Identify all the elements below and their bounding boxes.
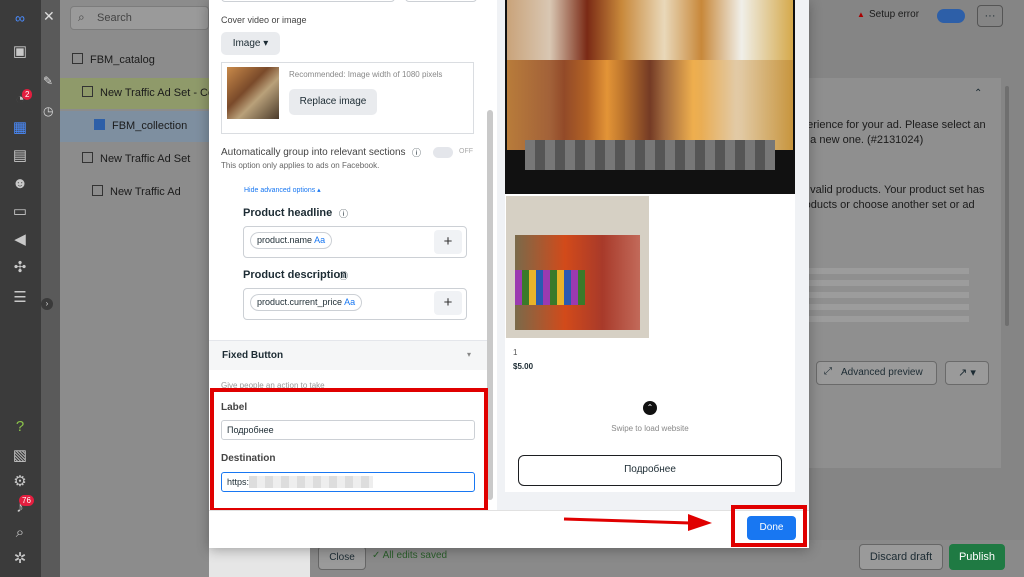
description-add-button[interactable]: + [434,291,462,315]
menu-icon[interactable]: ☰ [10,288,30,308]
headline-add-button[interactable]: + [434,230,462,254]
error-line-4: roducts or choose another set or ad [801,199,975,211]
tree-item-ad[interactable]: New Traffic Ad [60,177,209,208]
modal-footer [209,510,809,548]
events-icon[interactable]: ✣ [10,258,30,278]
left-rail: ∞ ▣ ◔ 2 ▦ ▤ ☻ ▭ ◀ ✣ ☰ ? ▧ ⚙ ♪ 76 ⌕ ✲ [0,0,41,577]
ads-manager-icon[interactable]: ▦ [10,118,30,138]
done-highlight-box [731,505,807,547]
expand-preview-icon: ⤢ [824,366,832,377]
audiences-icon[interactable]: ☻ [10,174,30,194]
alerts-badge: 76 [19,495,34,506]
tree-item-adset[interactable]: New Traffic Ad Set [60,144,209,175]
error-line-1: perience for your ad. Please select an [801,119,986,131]
description-chip[interactable]: product.current_price Aa [250,294,363,311]
share-button[interactable]: ↗ ▾ [945,361,989,385]
description-info-icon: ⓘ [339,271,349,281]
replace-image-button[interactable]: Replace image [289,89,377,115]
search-icon: ⌕ [78,10,85,24]
cover-image-mid [507,60,793,150]
product-number: 1 [513,348,518,357]
tree-item-collection[interactable]: FBM_collection [60,111,209,142]
settings-icon[interactable]: ⚙ [10,472,30,492]
cover-type-select[interactable]: Image ▾ [221,32,280,55]
close-icon[interactable]: ✕ [43,8,55,25]
publish-button[interactable]: Publish [949,544,1005,570]
saved-status: ✓ All edits saved [372,550,448,561]
product-thumb-colors [515,270,585,305]
campaign-tree: FBM_catalog New Traffic Ad Set - Cop FBM… [60,0,209,577]
phone-preview: 1 $5.00 ⌃ Swipe to load website Подробне… [505,0,795,492]
folder-icon [72,53,83,64]
arrow-annotation [563,514,712,531]
headline-chip[interactable]: product.name Aa [250,232,333,249]
search-input[interactable]: Search [70,6,209,30]
campaign-icon[interactable]: ◀ [10,230,30,250]
hide-advanced-link[interactable]: Hide advanced options ▴ [244,186,321,194]
tree-item-catalog[interactable]: FBM_catalog [60,45,209,76]
warning-icon: ▲ [857,10,865,19]
headline-label: Product headline [243,207,333,219]
more-button[interactable]: ··· [977,5,1003,27]
auto-group-sub: This option only applies to ads on Faceb… [221,161,380,170]
account-icon[interactable]: ▣ [10,42,30,62]
cta-button[interactable]: Подробнее [518,455,782,486]
right-panel: ▲ Setup error ··· ⌃ perience for your ad… [801,0,1024,577]
error-line-2: e a new one. (#2131024) [801,134,924,146]
ad-icon [94,119,105,130]
description-label: Product description [243,269,347,281]
help-icon[interactable]: ? [10,417,30,437]
ad-icon [92,185,103,196]
recommend-text: Recommended: Image width of 1080 pixels [289,70,443,79]
auto-group-toggle[interactable] [433,147,453,158]
tree-item-adset-copy[interactable]: New Traffic Ad Set - Cop [60,78,209,109]
bug-icon[interactable]: ✲ [10,549,30,569]
collapse-icon[interactable]: ⌃ [974,88,982,99]
error-line-3: 4 valid products. Your product set has [801,184,985,196]
edit-icon[interactable]: ✎ [43,74,53,88]
discard-draft-button[interactable]: Discard draft [859,544,943,570]
close-button[interactable]: Close [318,546,366,570]
expand-icon[interactable]: › [41,298,53,310]
cover-thumbnail [227,67,279,119]
fixed-button-chevron-icon[interactable]: ▾ [467,350,471,359]
toggle-off-text: OFF [459,148,473,155]
info-icon: ⓘ [412,148,422,158]
history-icon[interactable]: ◷ [43,104,53,118]
auto-group-label: Automatically group into relevant sectio… [221,147,406,158]
fixed-button-title: Fixed Button [222,350,284,361]
sidebar-strip: ✕ ✎ ◷ › [41,0,60,577]
adset-icon [82,152,93,163]
top-field[interactable] [221,0,395,2]
swipe-up-icon: ⌃ [643,401,657,415]
billing-icon[interactable]: ▭ [10,202,30,222]
advanced-preview-button[interactable]: Advanced preview [816,361,937,385]
product-price: $5.00 [513,362,534,371]
pages-icon[interactable]: ▤ [10,146,30,166]
page-scrollbar[interactable] [1005,86,1009,326]
headline-info-icon: ⓘ [339,209,349,219]
setup-error-text: Setup error [869,9,920,20]
blurred-details [809,262,969,322]
swipe-text: Swipe to load website [611,424,689,433]
top-button[interactable] [405,0,477,2]
meta-logo-icon[interactable]: ∞ [10,8,30,28]
highlight-box [210,388,488,512]
reports-icon[interactable]: ▧ [10,446,30,466]
notification-badge: 2 [22,89,33,100]
adset-icon [82,86,93,97]
search-rail-icon[interactable]: ⌕ [10,523,30,543]
cover-image-text [525,140,775,170]
setup-toggle[interactable] [937,9,965,23]
cover-title: Cover video or image [221,15,307,25]
